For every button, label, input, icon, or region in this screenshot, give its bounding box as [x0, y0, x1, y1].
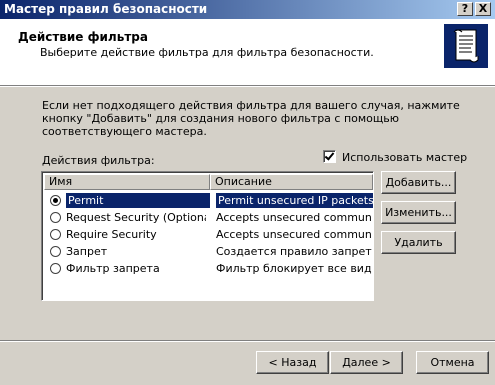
list-item[interactable]: Permit Permit unsecured IP packets t... [44, 192, 373, 209]
list-header: Имя Описание [44, 174, 373, 190]
item-name: Запрет [66, 245, 108, 258]
scroll-document-icon [444, 24, 488, 68]
item-description: Accepts unsecured communi... [216, 228, 372, 241]
wizard-header: Действие фильтра Выберите действие фильт… [0, 19, 495, 87]
radio-icon[interactable] [50, 229, 61, 240]
item-name: Request Security (Optional) [66, 211, 206, 224]
column-header-name[interactable]: Имя [44, 174, 210, 190]
page-title: Действие фильтра [18, 30, 148, 44]
page-subtitle: Выберите действие фильтра для фильтра бе… [40, 46, 374, 59]
remove-button[interactable]: Удалить [381, 231, 456, 254]
filter-actions-label: Действия фильтра: [42, 154, 155, 167]
item-description: Создается правило запрет... [216, 245, 372, 258]
radio-icon[interactable] [50, 246, 61, 257]
item-name: Permit [66, 193, 210, 208]
back-button[interactable]: < Назад [256, 351, 329, 374]
help-button[interactable]: ? [457, 2, 473, 16]
item-name: Фильтр запрета [66, 262, 160, 275]
title-bar: Мастер правил безопасности ? X [0, 0, 495, 19]
window-title: Мастер правил безопасности [4, 2, 208, 16]
list-item[interactable]: Request Security (Optional) Accepts unse… [44, 209, 373, 226]
edit-button[interactable]: Изменить... [381, 201, 456, 224]
radio-icon[interactable] [50, 212, 61, 223]
checkbox-check-icon[interactable] [323, 150, 336, 163]
footer-divider [0, 340, 495, 342]
list-item[interactable]: Фильтр запрета Фильтр блокирует все вид.… [44, 260, 373, 277]
item-description: Permit unsecured IP packets t... [216, 193, 373, 208]
item-description: Фильтр блокирует все вид... [216, 262, 372, 275]
list-item[interactable]: Запрет Создается правило запрет... [44, 243, 373, 260]
intro-text: Если нет подходящего действия фильтра дл… [42, 99, 460, 138]
use-wizard-checkbox[interactable]: Использовать мастер [323, 150, 467, 164]
cancel-button[interactable]: Отмена [416, 351, 489, 374]
radio-icon[interactable] [50, 263, 61, 274]
column-header-description[interactable]: Описание [210, 174, 373, 190]
radio-selected-icon[interactable] [50, 195, 61, 206]
next-button[interactable]: Далее > [330, 351, 403, 374]
close-button[interactable]: X [475, 2, 491, 16]
list-item[interactable]: Require Security Accepts unsecured commu… [44, 226, 373, 243]
filter-actions-list[interactable]: Имя Описание Permit Permit unsecured IP … [41, 171, 374, 301]
item-description: Accepts unsecured communi... [216, 211, 372, 224]
use-wizard-label: Использовать мастер [342, 151, 468, 164]
add-button[interactable]: Добавить... [381, 171, 456, 194]
item-name: Require Security [66, 228, 157, 241]
